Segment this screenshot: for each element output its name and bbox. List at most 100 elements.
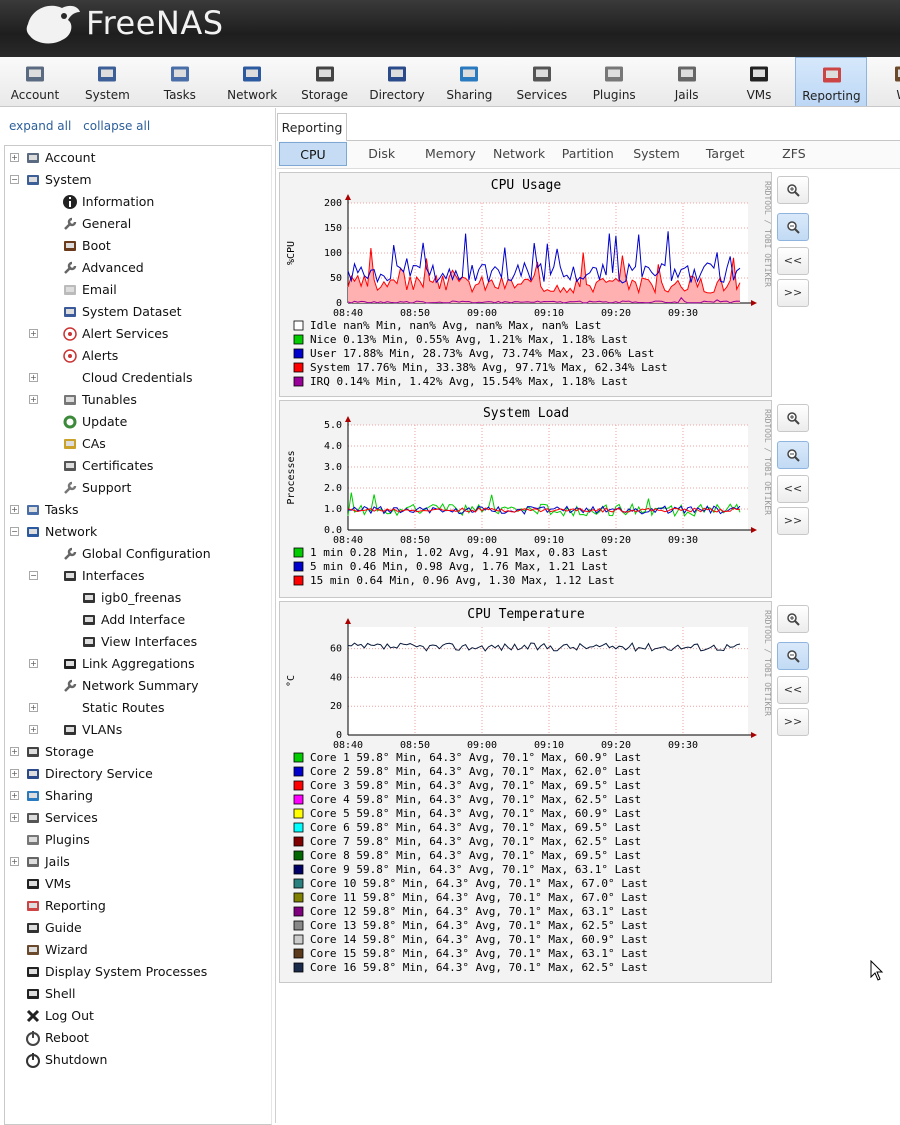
tree-item-guide[interactable]: Guide [5,917,271,939]
previous-button[interactable]: << [777,247,809,275]
tree-item-system[interactable]: − System [5,169,271,191]
tree-item-system-dataset[interactable]: System Dataset [5,301,271,323]
tree-item-email[interactable]: Email [5,279,271,301]
expand-all-link[interactable]: expand all [9,119,71,133]
tree-item-shell[interactable]: Shell [5,983,271,1005]
tree-item-certificates[interactable]: Certificates [5,455,271,477]
toolbar-plugins-button[interactable]: Plugins [578,57,650,106]
zoom-in-button[interactable] [777,404,809,432]
expand-toggle-icon[interactable]: + [10,857,19,866]
next-button[interactable]: >> [777,507,809,535]
collapse-toggle-icon[interactable]: − [29,571,38,580]
tree-item-vms[interactable]: VMs [5,873,271,895]
tree-item-reporting[interactable]: Reporting [5,895,271,917]
legend-entry: Core 3 59.8° Min, 64.3° Avg, 70.1° Max, … [310,779,641,792]
subtab-memory[interactable]: Memory [416,142,484,166]
expand-toggle-icon[interactable]: + [10,153,19,162]
collapse-toggle-icon[interactable]: − [10,527,19,536]
tree-item-update[interactable]: Update [5,411,271,433]
subtab-zfs[interactable]: ZFS [760,142,828,166]
toolbar-storage-button[interactable]: Storage [289,57,361,106]
tree-item-tunables[interactable]: + Tunables [5,389,271,411]
tree-item-services[interactable]: + Services [5,807,271,829]
subtab-network[interactable]: Network [485,142,553,166]
subtab-cpu[interactable]: CPU [279,142,347,166]
previous-button[interactable]: << [777,676,809,704]
subtab-system[interactable]: System [623,142,691,166]
tree-item-add-interface[interactable]: Add Interface [5,609,271,631]
zoom-out-button[interactable] [777,213,809,241]
next-button[interactable]: >> [777,708,809,736]
tree-item-label: Alerts [82,348,119,363]
collapse-all-link[interactable]: collapse all [83,119,150,133]
previous-button[interactable]: << [777,475,809,503]
toolbar-tasks-button[interactable]: Tasks [144,57,216,106]
tree-item-view-interfaces[interactable]: View Interfaces [5,631,271,653]
tree-item-cas[interactable]: CAs [5,433,271,455]
zoom-out-button[interactable] [777,441,809,469]
tree-item-sharing[interactable]: + Sharing [5,785,271,807]
tree-item-vlans[interactable]: + VLANs [5,719,271,741]
next-button[interactable]: >> [777,279,809,307]
toolbar-vms-button[interactable]: VMs [723,57,795,106]
tree-item-account[interactable]: + Account [5,147,271,169]
collapse-toggle-icon[interactable]: − [10,175,19,184]
tree-item-alert-services[interactable]: + Alert Services [5,323,271,345]
tree-item-network-summary[interactable]: Network Summary [5,675,271,697]
toolbar-jails-button[interactable]: Jails [651,57,723,106]
zoom-in-button[interactable] [777,605,809,633]
tree-item-network[interactable]: − Network [5,521,271,543]
subtab-partition[interactable]: Partition [554,142,622,166]
zoom-in-button[interactable] [777,176,809,204]
legend-swatch [293,794,304,805]
expand-toggle-icon[interactable]: + [10,747,19,756]
subtab-target[interactable]: Target [691,142,759,166]
tree-item-global-configuration[interactable]: Global Configuration [5,543,271,565]
tab-reporting[interactable]: Reporting [277,113,347,141]
tree-item-static-routes[interactable]: + Static Routes [5,697,271,719]
toolbar-directory-button[interactable]: Directory [361,57,433,106]
tree-item-display-system-processes[interactable]: Display System Processes [5,961,271,983]
tree-item-wizard[interactable]: Wizard [5,939,271,961]
tree-item-tasks[interactable]: + Tasks [5,499,271,521]
expand-toggle-icon[interactable]: + [29,329,38,338]
tree-item-label: Guide [45,920,82,935]
toolbar-account-button[interactable]: Account [0,57,71,106]
tree-item-boot[interactable]: Boot [5,235,271,257]
tree-item-reboot[interactable]: Reboot [5,1027,271,1049]
zoom-out-button[interactable] [777,642,809,670]
tree-item-interfaces[interactable]: − Interfaces [5,565,271,587]
tree-item-plugins[interactable]: Plugins [5,829,271,851]
toolbar-wi-button[interactable]: Wi [868,57,900,106]
tree-item-general[interactable]: General [5,213,271,235]
tree-item-log-out[interactable]: Log Out [5,1005,271,1027]
tree-item-jails[interactable]: + Jails [5,851,271,873]
tree-item-advanced[interactable]: Advanced [5,257,271,279]
expand-toggle-icon[interactable]: + [29,373,38,382]
expand-toggle-icon[interactable]: + [10,505,19,514]
tree-item-support[interactable]: Support [5,477,271,499]
tree-item-alerts[interactable]: Alerts [5,345,271,367]
toolbar-system-button[interactable]: System [71,57,143,106]
toolbar-reporting-button[interactable]: Reporting [795,57,868,106]
expand-toggle-icon[interactable]: + [29,395,38,404]
toolbar-network-button[interactable]: Network [216,57,288,106]
legend-swatch [293,334,304,345]
tree-item-link-aggregations[interactable]: + Link Aggregations [5,653,271,675]
toolbar-sharing-button[interactable]: Sharing [433,57,505,106]
tree-item-shutdown[interactable]: Shutdown [5,1049,271,1071]
expand-toggle-icon[interactable]: + [10,813,19,822]
tree-item-information[interactable]: Information [5,191,271,213]
tree-item-storage[interactable]: + Storage [5,741,271,763]
subtab-disk[interactable]: Disk [348,142,416,166]
expand-toggle-icon[interactable]: + [29,659,38,668]
expand-toggle-icon[interactable]: + [29,703,38,712]
legend-swatch [293,362,304,373]
expand-toggle-icon[interactable]: + [29,725,38,734]
expand-toggle-icon[interactable]: + [10,769,19,778]
tree-item-directory-service[interactable]: + Directory Service [5,763,271,785]
tree-item-igb0-freenas[interactable]: igb0_freenas [5,587,271,609]
expand-toggle-icon[interactable]: + [10,791,19,800]
toolbar-services-button[interactable]: Services [506,57,578,106]
tree-item-cloud-credentials[interactable]: + Cloud Credentials [5,367,271,389]
